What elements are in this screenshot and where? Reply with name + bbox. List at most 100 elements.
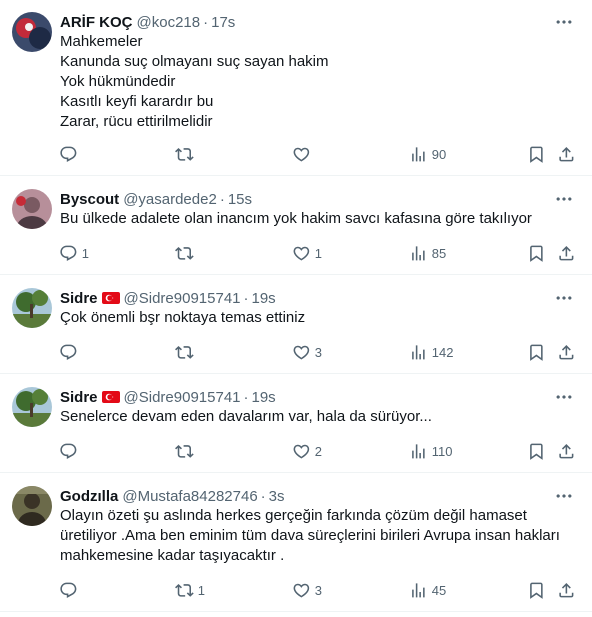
share-icon xyxy=(557,343,576,362)
retweet-count: 1 xyxy=(197,582,205,598)
tweet-text-line: Senelerce devam eden davalarım var, hala… xyxy=(60,408,432,425)
tweet[interactable]: Byscout @yasardede2 · 15s Bu ülkede adal… xyxy=(0,177,592,275)
bookmark-button[interactable] xyxy=(527,342,546,362)
separator: · xyxy=(203,13,209,31)
reply-button[interactable] xyxy=(59,580,82,600)
display-name[interactable]: Sidre xyxy=(60,290,98,307)
view-count: 142 xyxy=(431,344,454,360)
views-icon xyxy=(409,244,428,263)
tweet-text-line: mahkemesine kadar taşıyacaktır . xyxy=(60,547,285,564)
tweet-text-line: Çok önemli bşr noktaya temas ettiniz xyxy=(60,309,306,326)
retweet-button[interactable] xyxy=(175,441,198,461)
like-count: 3 xyxy=(314,344,322,360)
tweet-text-line: Kasıtlı keyfi karardır bu xyxy=(60,93,214,110)
tweet-text-line: üretiliyor .Ama ben eminim tüm dava süre… xyxy=(60,527,560,544)
share-button[interactable] xyxy=(557,580,576,600)
share-button[interactable] xyxy=(557,243,576,263)
share-button[interactable] xyxy=(557,342,576,362)
avatar[interactable] xyxy=(12,387,52,427)
separator: · xyxy=(260,487,266,505)
retweet-button[interactable]: 1 xyxy=(175,580,205,600)
display-name[interactable]: Godzılla xyxy=(60,488,118,505)
like-count: 1 xyxy=(314,245,322,261)
display-name[interactable]: Sidre xyxy=(60,389,98,406)
user-handle[interactable]: @Sidre90915741 xyxy=(124,389,241,406)
tweet-text-line: Yok hükmündedir xyxy=(60,73,176,90)
retweet-icon xyxy=(175,581,194,600)
user-handle[interactable]: @koc218 xyxy=(137,14,201,31)
tweet-text-line: Mahkemeler xyxy=(60,33,143,50)
like-button[interactable]: 1 xyxy=(292,243,322,263)
turkey-flag-icon xyxy=(102,391,120,403)
share-button[interactable] xyxy=(557,144,576,164)
bookmark-button[interactable] xyxy=(527,580,546,600)
action-bar: 3 142 xyxy=(52,342,584,362)
views-button[interactable]: 142 xyxy=(409,342,453,362)
reply-button[interactable] xyxy=(59,342,82,362)
reply-icon xyxy=(59,581,78,600)
tweet-text: Bu ülkede adalete olan inancım yok hakim… xyxy=(60,209,578,229)
bookmark-icon xyxy=(527,244,546,263)
retweet-icon xyxy=(175,145,194,164)
action-bar: 1 3 45 xyxy=(52,580,584,600)
timestamp[interactable]: 19s xyxy=(252,290,276,307)
tweet[interactable]: Godzılla @Mustafa84282746 · 3s Olayın öz… xyxy=(0,474,592,612)
like-button[interactable]: 3 xyxy=(292,342,322,362)
views-button[interactable]: 90 xyxy=(409,144,446,164)
reply-icon xyxy=(59,343,78,362)
view-count: 110 xyxy=(431,443,453,459)
more-options-icon[interactable] xyxy=(554,189,574,209)
more-options-icon[interactable] xyxy=(554,12,574,32)
avatar[interactable] xyxy=(12,189,52,229)
reply-button[interactable]: 1 xyxy=(59,243,89,263)
share-icon xyxy=(557,581,576,600)
display-name[interactable]: ARİF KOÇ xyxy=(60,14,133,31)
bookmark-icon xyxy=(527,442,546,461)
avatar[interactable] xyxy=(12,288,52,328)
avatar[interactable] xyxy=(12,486,52,526)
views-button[interactable]: 45 xyxy=(409,580,446,600)
timestamp[interactable]: 15s xyxy=(228,191,252,208)
reply-button[interactable] xyxy=(59,441,82,461)
like-button[interactable] xyxy=(292,144,315,164)
more-options-icon[interactable] xyxy=(554,486,574,506)
heart-icon xyxy=(292,145,311,164)
more-options-icon[interactable] xyxy=(554,387,574,407)
more-options-icon[interactable] xyxy=(554,288,574,308)
bookmark-button[interactable] xyxy=(527,243,546,263)
tweet[interactable]: ARİF KOÇ @koc218 · 17s Mahkemeler Kanund… xyxy=(0,0,592,176)
retweet-button[interactable] xyxy=(175,144,198,164)
reply-button[interactable] xyxy=(59,144,82,164)
views-button[interactable]: 110 xyxy=(409,441,452,461)
timestamp[interactable]: 19s xyxy=(252,389,276,406)
tweet-text: Çok önemli bşr noktaya temas ettiniz xyxy=(60,308,578,328)
bookmark-icon xyxy=(527,343,546,362)
tweet-text-line: Olayın özeti şu aslında herkes gerçeğin … xyxy=(60,507,527,524)
retweet-button[interactable] xyxy=(175,342,198,362)
views-button[interactable]: 85 xyxy=(409,243,446,263)
bookmark-button[interactable] xyxy=(527,441,546,461)
separator: · xyxy=(243,289,249,307)
heart-icon xyxy=(292,343,311,362)
tweet-text-line: Kanunda suç olmayanı suç sayan hakim xyxy=(60,53,329,70)
tweet[interactable]: Sidre @Sidre90915741 · 19s Senelerce dev… xyxy=(0,375,592,473)
action-bar: 1 1 85 xyxy=(52,243,584,263)
like-button[interactable]: 2 xyxy=(292,441,322,461)
separator: · xyxy=(219,190,225,208)
views-icon xyxy=(409,581,428,600)
tweet[interactable]: Sidre @Sidre90915741 · 19s Çok önemli bş… xyxy=(0,276,592,374)
tweet-text: Mahkemeler Kanunda suç olmayanı suç saya… xyxy=(60,32,578,132)
timestamp[interactable]: 17s xyxy=(211,14,235,31)
avatar[interactable] xyxy=(12,12,52,52)
user-handle[interactable]: @yasardede2 xyxy=(123,191,217,208)
timestamp[interactable]: 3s xyxy=(269,488,285,505)
display-name[interactable]: Byscout xyxy=(60,191,119,208)
user-handle[interactable]: @Mustafa84282746 xyxy=(122,488,257,505)
reply-icon xyxy=(59,442,78,461)
retweet-button[interactable] xyxy=(175,243,198,263)
bookmark-button[interactable] xyxy=(527,144,546,164)
user-handle[interactable]: @Sidre90915741 xyxy=(124,290,241,307)
like-button[interactable]: 3 xyxy=(292,580,322,600)
share-button[interactable] xyxy=(557,441,576,461)
action-bar: 2 110 xyxy=(52,441,584,461)
